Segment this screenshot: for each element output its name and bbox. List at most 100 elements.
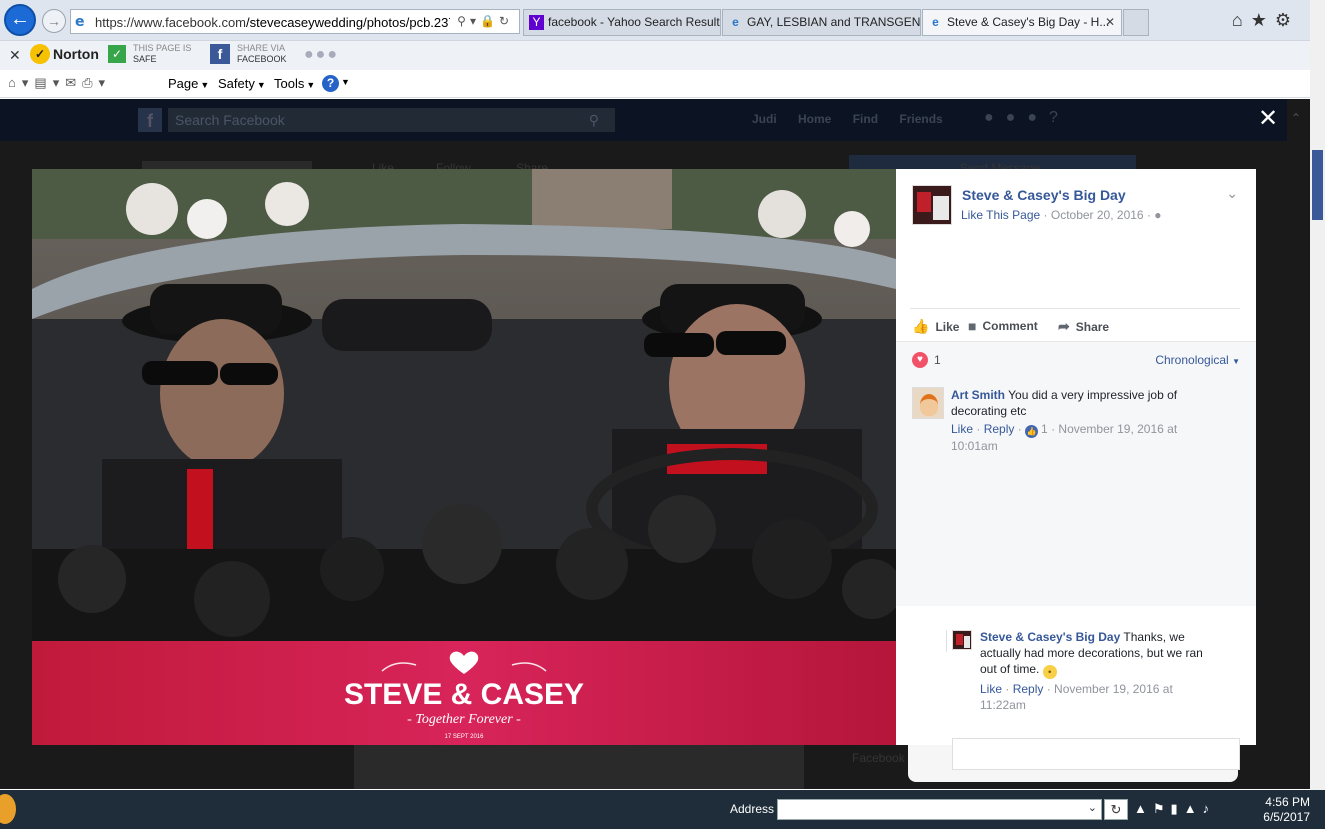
dropdown-icon[interactable]: ▾ bbox=[22, 75, 35, 90]
battery-icon[interactable]: ▮ bbox=[1171, 801, 1184, 816]
confused-emoji-icon: • bbox=[1042, 665, 1057, 679]
mail-icon[interactable]: ✉ bbox=[65, 75, 82, 90]
chevron-up-icon[interactable]: ▲ bbox=[1134, 801, 1153, 816]
tab-gay-lesbian[interactable]: e GAY, LESBIAN and TRANSGEN... bbox=[722, 9, 921, 36]
start-button-icon[interactable] bbox=[0, 794, 16, 824]
comment-time[interactable]: November 19, 2016 at bbox=[1058, 422, 1177, 436]
print-icon[interactable]: ⎙ bbox=[82, 75, 98, 90]
globe-icon: ● bbox=[1154, 208, 1162, 222]
comment-like-count[interactable]: 1 bbox=[1041, 422, 1048, 436]
norton-logo[interactable]: ✓ Norton bbox=[30, 43, 99, 65]
browser-scrollbar[interactable] bbox=[1310, 0, 1325, 790]
more-dots-icon[interactable]: ●●● bbox=[304, 46, 339, 64]
taskbar-address-label: Address bbox=[730, 802, 775, 816]
comments-section: ♥ 1 Chronological ▼ Art Smith You did a … bbox=[896, 341, 1256, 782]
help-dropdown-icon[interactable]: ▼ bbox=[341, 77, 350, 87]
comment-author[interactable]: Art Smith bbox=[951, 388, 1005, 402]
windows-taskbar: Address ⌄ ↻ ▲⚑▮▲♪ 4:56 PM 6/5/2017 bbox=[0, 790, 1325, 829]
new-tab-button[interactable] bbox=[1123, 9, 1149, 36]
tab-close-icon[interactable]: ✕ bbox=[1105, 10, 1115, 35]
wifi-icon[interactable]: ▲ bbox=[1184, 801, 1203, 816]
nav-find-friends[interactable]: Find Friends bbox=[853, 112, 943, 126]
share-top: SHARE VIA bbox=[237, 43, 286, 53]
favorites-star-icon[interactable]: ★ bbox=[1251, 10, 1275, 30]
commenter-avatar[interactable] bbox=[912, 387, 944, 419]
tab-label: facebook - Yahoo Search Results bbox=[548, 15, 721, 29]
notifications-icon[interactable]: ● bbox=[1027, 109, 1049, 126]
help-icon[interactable]: ? bbox=[1049, 109, 1070, 126]
sort-dropdown[interactable]: Chronological ▼ bbox=[1155, 353, 1240, 367]
rss-feed-icon[interactable]: ▤ bbox=[34, 75, 52, 90]
nav-user[interactable]: Judi bbox=[752, 112, 777, 126]
help-icon[interactable]: ? bbox=[322, 75, 339, 92]
lock-icon[interactable]: 🔒 bbox=[480, 14, 499, 28]
comment-reply-link[interactable]: Reply bbox=[984, 422, 1015, 436]
volume-icon[interactable]: ♪ bbox=[1203, 801, 1216, 816]
taskbar-address-input[interactable]: ⌄ bbox=[777, 799, 1102, 820]
photo-theater: STEVE & CASEY - Together Forever - 17 SE… bbox=[32, 169, 1256, 782]
heart-icon: ♥ bbox=[912, 352, 928, 368]
gear-icon[interactable]: ⚙ bbox=[1275, 10, 1299, 30]
share-via-facebook[interactable]: f SHARE VIA FACEBOOK bbox=[210, 43, 287, 65]
page-menu[interactable]: Page ▼ bbox=[168, 76, 209, 91]
dropdown-icon: ▼ bbox=[200, 80, 210, 90]
page-avatar[interactable] bbox=[912, 185, 952, 225]
like-this-page-link[interactable]: Like This Page bbox=[961, 208, 1040, 222]
dropdown-icon[interactable]: ▾ bbox=[470, 14, 480, 28]
back-arrow-icon[interactable]: ← bbox=[4, 4, 36, 36]
home-icon[interactable]: ⌂ bbox=[8, 75, 22, 90]
dropdown-icon[interactable]: ▾ bbox=[99, 75, 112, 90]
facebook-icon: f bbox=[210, 44, 230, 64]
close-icon[interactable]: ✕ bbox=[9, 47, 21, 64]
reply-item: Steve & Casey's Big Day Thanks, we actua… bbox=[980, 629, 1220, 713]
scroll-up-icon[interactable]: ⌃ bbox=[1291, 111, 1301, 125]
chevron-down-icon[interactable]: ⌄ bbox=[1226, 185, 1238, 202]
close-theater-icon[interactable]: ✕ bbox=[1256, 107, 1280, 131]
comment-like-link[interactable]: Like bbox=[951, 422, 973, 436]
taskbar-refresh-icon[interactable]: ↻ bbox=[1104, 799, 1128, 820]
post-meta: Like This Page · October 20, 2016 · ● bbox=[961, 208, 1162, 222]
taskbar-clock[interactable]: 4:56 PM 6/5/2017 bbox=[1262, 795, 1310, 825]
safety-menu[interactable]: Safety ▼ bbox=[218, 76, 266, 91]
reply-like-link[interactable]: Like bbox=[980, 682, 1002, 696]
comment-time-2: 10:01am bbox=[951, 439, 998, 453]
home-icon[interactable]: ⌂ bbox=[1232, 10, 1251, 30]
reply-author[interactable]: Steve & Casey's Big Day bbox=[980, 630, 1120, 644]
facebook-search-input[interactable]: Search Facebook ⚲ bbox=[168, 108, 615, 132]
tab-steve-casey[interactable]: e Steve & Casey's Big Day - H... ✕ bbox=[922, 9, 1122, 36]
safe-badge[interactable]: ✓ THIS PAGE IS SAFE bbox=[108, 43, 191, 65]
post-sidebar: Steve & Casey's Big Day Like This Page ·… bbox=[896, 169, 1256, 782]
address-bar[interactable]: e https://www.facebook.com/stevecaseywed… bbox=[70, 9, 520, 34]
like-button[interactable]: 👍 Like bbox=[912, 318, 959, 335]
page-name-link[interactable]: Steve & Casey's Big Day bbox=[962, 187, 1126, 203]
friend-requests-icon[interactable]: ● bbox=[984, 109, 1006, 126]
flag-icon[interactable]: ⚑ bbox=[1153, 801, 1171, 816]
facebook-logo-icon[interactable]: f bbox=[138, 108, 162, 132]
post-date[interactable]: October 20, 2016 bbox=[1051, 208, 1144, 222]
dropdown-icon[interactable]: ▾ bbox=[53, 75, 66, 90]
tab-yahoo[interactable]: Y facebook - Yahoo Search Results bbox=[523, 9, 721, 36]
safe-top: THIS PAGE IS bbox=[133, 43, 192, 53]
dropdown-icon: ▼ bbox=[256, 80, 266, 90]
dropdown-icon[interactable]: ⌄ bbox=[1088, 801, 1097, 814]
search-icon[interactable]: ⚲ bbox=[589, 108, 599, 132]
comment-button[interactable]: ■ Comment bbox=[968, 318, 1038, 334]
share-arrow-icon: ➦ bbox=[1058, 318, 1070, 334]
avatar-shape bbox=[956, 634, 963, 645]
scrollbar-thumb[interactable] bbox=[1312, 150, 1323, 220]
reply-reply-link[interactable]: Reply bbox=[1013, 682, 1044, 696]
replier-avatar[interactable] bbox=[952, 630, 972, 650]
nav-home[interactable]: Home bbox=[798, 112, 831, 126]
tools-menu[interactable]: Tools ▼ bbox=[274, 76, 315, 91]
reply-time[interactable]: November 19, 2016 at bbox=[1054, 682, 1173, 696]
reply-time-2: 11:22am bbox=[980, 698, 1026, 712]
url-domain: https://www.facebook.com bbox=[95, 15, 247, 30]
share-button[interactable]: ➦ Share bbox=[1058, 318, 1109, 335]
refresh-icon[interactable]: ↻ bbox=[499, 14, 513, 28]
search-icon[interactable]: ⚲ bbox=[457, 14, 470, 28]
wedding-photo[interactable]: STEVE & CASEY - Together Forever - 17 SE… bbox=[32, 169, 896, 745]
forward-arrow-icon[interactable]: → bbox=[42, 9, 66, 33]
reaction-summary[interactable]: ♥ 1 bbox=[912, 352, 941, 368]
messages-icon[interactable]: ● bbox=[1006, 109, 1028, 126]
write-comment-input[interactable] bbox=[952, 738, 1240, 770]
